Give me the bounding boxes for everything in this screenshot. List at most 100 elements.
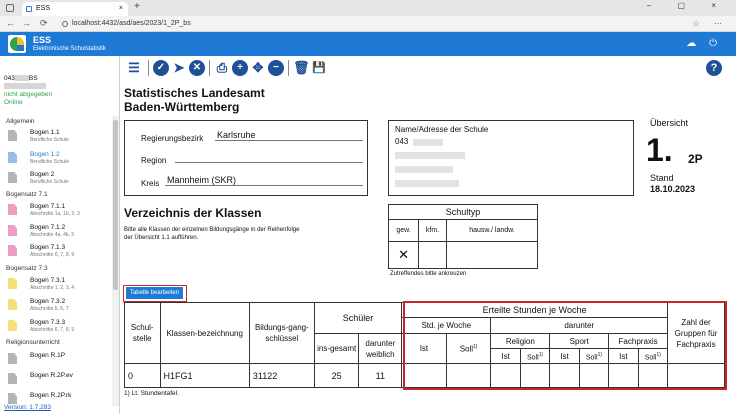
col-weiblich: darunter weiblich — [358, 333, 403, 365]
browser-chrome: ESS × + – ▢ × ← → ⟳ localhost:4432/asd/a… — [0, 0, 736, 32]
sidebar: 043 BS nicht abgegeben Online Allgemein B… — [0, 56, 120, 414]
zoom-in-icon[interactable]: + — [232, 60, 248, 76]
document-icon — [8, 225, 17, 236]
address-row: ← → ⟳ localhost:4432/asd/aes/2023/1_2P_b… — [0, 16, 736, 32]
section-allgemein: Allgemein — [6, 118, 35, 125]
col-insgesamt: ins-gesamt — [313, 333, 360, 365]
cell-weiblich[interactable]: 11 — [358, 363, 403, 388]
form-number: 1. — [646, 132, 673, 168]
schultyp-hausw-checkbox[interactable] — [445, 241, 539, 269]
online-status: Online — [4, 99, 23, 106]
school-label: Name/Adresse der Schule — [395, 125, 489, 134]
document-icon — [8, 204, 17, 215]
date-value: 18.10.2023 — [650, 184, 696, 194]
tab-bar: ESS × + – ▢ × — [0, 0, 736, 16]
user-code-suffix: BS — [28, 75, 38, 82]
tab-actions-icon[interactable] — [6, 4, 14, 12]
back-icon[interactable]: ← — [6, 18, 15, 28]
form-area: Statistisches Landesamt Baden-Württember… — [122, 80, 736, 414]
col-klasse: Klassen-bezeichnung — [159, 301, 250, 365]
cloud-power-icons[interactable]: ☁ ⏻ — [686, 38, 722, 49]
district-label: Kreis — [141, 179, 160, 188]
cell-insgesamt[interactable]: 25 — [313, 363, 360, 388]
schultyp-gew-checkbox[interactable]: ✕ — [387, 241, 420, 269]
move-icon[interactable]: ✥ — [250, 60, 266, 76]
document-icon — [8, 393, 17, 404]
document-icon — [8, 299, 17, 310]
region-label: Regierungsbezirk — [141, 134, 204, 143]
region-value: Karlsruhe — [215, 130, 363, 141]
school-address-box: Name/Adresse der Schule 043 — [388, 120, 634, 196]
tab-close-icon[interactable]: × — [119, 2, 123, 16]
overview-label: Übersicht — [650, 118, 689, 128]
reload-icon[interactable]: ⟳ — [40, 18, 48, 29]
edit-button-highlight: Tabelle bearbeiten — [123, 285, 187, 302]
region-box: Regierungsbezirk Karlsruhe Region Kreis … — [124, 120, 368, 196]
form-list: Allgemein Bogen 1.1 Berufliche Schule Bog… — [0, 116, 112, 406]
list-title: Verzeichnis der Klassen — [124, 206, 262, 220]
check-icon[interactable]: ✓ — [153, 60, 169, 76]
schultyp-hausw: hausw./ landw. — [445, 219, 539, 242]
col-schueler: Schüler — [313, 301, 403, 335]
edit-table-button[interactable]: Tabelle bearbeiten — [126, 287, 183, 299]
cell-klasse[interactable]: H1FG1 — [159, 363, 250, 388]
user-info: 043 BS nicht abgegeben Online — [0, 56, 119, 107]
login-status: nicht abgegeben — [4, 91, 53, 98]
browser-tab[interactable]: ESS × — [22, 2, 128, 16]
delete-icon[interactable]: 🗑 — [293, 60, 310, 76]
stunden-highlight — [403, 301, 727, 390]
version-link[interactable]: Version: 1.7.283 — [4, 404, 51, 411]
document-icon — [8, 278, 17, 289]
cell-schluessel[interactable]: 31122 — [248, 363, 315, 388]
send-icon[interactable]: ➤ — [171, 60, 187, 76]
schultyp-kfm: kfm. — [418, 219, 447, 242]
schultyp-gew: gew. — [387, 219, 420, 242]
subregion-value — [175, 152, 363, 163]
list-description: Bitte alle Klassen der einzelnen Bildung… — [124, 227, 300, 241]
zoom-out-icon[interactable]: − — [268, 60, 284, 76]
school-code: 043 — [395, 137, 409, 146]
app-title: ESS — [33, 35, 52, 45]
save-icon[interactable]: 💾 — [311, 60, 327, 76]
district-value: Mannheim (SKR) — [165, 175, 363, 186]
address-bar[interactable]: localhost:4432/asd/aes/2023/1_2P_bs — [60, 18, 620, 30]
browser-toolbar-icons[interactable]: ☆ ⋯ — [693, 19, 728, 28]
col-bildungsgang: Bildungs-gang-schlüssel — [248, 301, 315, 365]
form-toolbar: ☰ ✓ ➤ ✕ ⎙ + ✥ − 🗑 💾 ? — [122, 58, 736, 80]
app-subtitle: Elektronische Schulstatistik — [33, 46, 106, 52]
document-icon — [8, 152, 17, 163]
sidebar-scrollbar[interactable] — [112, 116, 119, 406]
user-code: 043 — [4, 75, 15, 82]
schultyp-table: Schultyp gew. kfm. hausw./ landw. ✕ — [387, 204, 539, 269]
document-icon — [8, 353, 17, 364]
help-icon[interactable]: ? — [706, 60, 722, 76]
site-info-icon[interactable] — [62, 21, 68, 27]
document-icon — [8, 245, 17, 256]
schultyp-kfm-checkbox[interactable] — [418, 241, 447, 269]
authority-line1: Statistisches Landesamt — [124, 86, 265, 100]
document-icon — [8, 320, 17, 331]
date-label: Stand — [650, 173, 674, 183]
authority-line2: Baden-Württemberg — [124, 100, 240, 114]
subregion-label: Region — [141, 156, 167, 165]
window-controls[interactable]: – ▢ × — [647, 1, 728, 10]
schultyp-title: Schultyp — [388, 204, 538, 220]
print-icon[interactable]: ⎙ — [214, 60, 230, 76]
forward-icon[interactable]: → — [22, 18, 31, 28]
section-bogensatz-7-1: Bogensatz 7.1 — [6, 191, 48, 198]
document-icon — [8, 373, 17, 384]
app-header: ESS Elektronische Schulstatistik ☁ ⏻ — [0, 32, 736, 56]
section-bogensatz-7-3: Bogensatz 7.3 — [6, 265, 48, 272]
document-icon — [8, 172, 17, 183]
ess-logo-icon — [8, 35, 26, 53]
menu-icon[interactable]: ☰ — [126, 60, 142, 76]
cancel-icon[interactable]: ✕ — [189, 60, 205, 76]
col-schulstelle: Schul-stelle — [124, 301, 161, 365]
cell-schulstelle[interactable]: 0 — [124, 363, 161, 388]
new-tab-button[interactable]: + — [134, 1, 140, 12]
url-text: localhost:4432/asd/aes/2023/1_2P_bs — [72, 20, 191, 27]
form-suffix: 2P — [688, 152, 703, 166]
scrollbar-thumb[interactable] — [113, 120, 118, 290]
section-religionsunterricht: Religionsunterricht — [6, 339, 60, 346]
schultyp-hint: Zutreffendes bitte ankreuzen — [390, 271, 467, 277]
